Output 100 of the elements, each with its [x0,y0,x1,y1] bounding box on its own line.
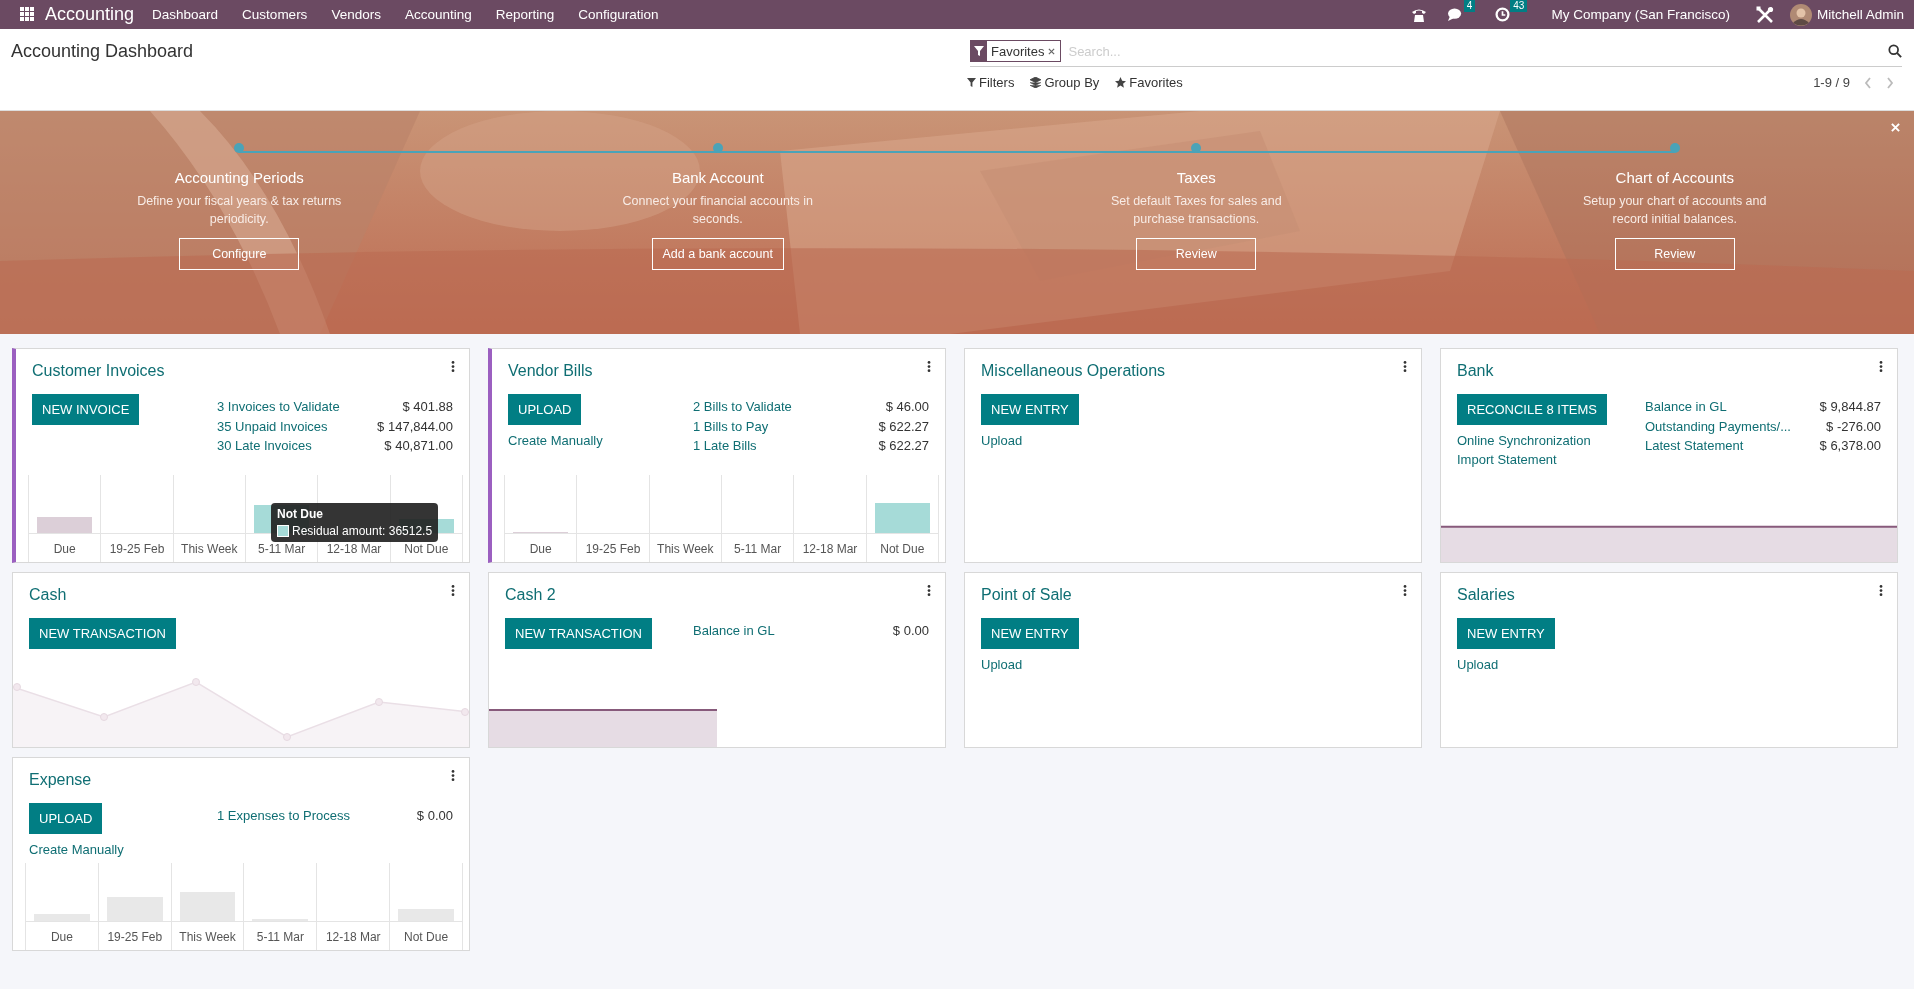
stat-link[interactable]: 1 Late Bills [693,436,757,456]
menu-item[interactable]: Dashboard [152,7,219,22]
action-link[interactable]: Upload [981,431,1023,450]
step-button[interactable]: Add a bank account [651,238,784,270]
stat-value: $ 147,844.00 [377,417,453,436]
stat-value: $ 401.88 [402,398,453,416]
stat-link[interactable]: 30 Late Invoices [217,436,312,456]
data-point [461,708,469,716]
menu-item[interactable]: Configuration [578,7,659,22]
primary-button[interactable]: NEW TRANSACTION [29,618,176,649]
stat-link[interactable]: 35 Unpaid Invoices [217,416,328,436]
axis-label: 5-11 Mar [257,541,307,558]
tools-icon[interactable] [1755,5,1774,24]
action-link[interactable]: Create Manually [29,840,124,859]
action-link[interactable]: Import Statement [1457,450,1557,469]
primary-button[interactable]: NEW ENTRY [981,394,1079,425]
user-name[interactable]: Mitchell Admin [1816,7,1904,22]
pager-value: 1-9 / 9 [1813,75,1850,90]
journal-title[interactable]: Bank [1457,362,1494,380]
step-button[interactable]: Review [1614,238,1735,270]
stat-value: $ -276.00 [1826,417,1881,436]
stat-link[interactable]: Outstanding Payments/... [1645,416,1791,436]
close-button[interactable] [1889,121,1902,134]
kebab-menu-icon[interactable] [1403,361,1407,372]
journal-title[interactable]: Salaries [1457,586,1515,604]
axis-label: Not Due [403,929,450,946]
step-button[interactable]: Configure [179,238,300,270]
data-point [192,678,200,686]
favorites-facet[interactable]: Favorites [970,40,1062,62]
axis-label: 19-25 Feb [584,541,642,558]
stat-value: $ 622.27 [878,437,929,455]
action-link[interactable]: Online Synchronization [1457,431,1591,450]
kebab-menu-icon[interactable] [451,361,455,372]
action-link[interactable]: Create Manually [508,431,603,450]
app-name[interactable]: Accounting [45,4,135,25]
apps-menu-icon[interactable] [20,7,35,22]
stat-link[interactable]: Latest Statement [1645,436,1744,456]
search-option-button[interactable]: Group By [1025,73,1105,92]
kebab-menu-icon[interactable] [451,585,455,596]
journal-title[interactable]: Customer Invoices [32,362,165,380]
axis-label: 5-11 Mar [733,541,783,558]
journal-title[interactable]: Cash 2 [505,586,556,604]
layers-icon [1030,77,1042,88]
kebab-menu-icon[interactable] [927,585,931,596]
kebab-menu-icon[interactable] [1403,585,1407,596]
search-option-button[interactable]: Favorites [1110,73,1188,92]
clock-icon[interactable] [1495,7,1511,22]
menu-item[interactable]: Accounting [404,7,472,22]
primary-button[interactable]: UPLOAD [29,803,103,834]
menu-item[interactable]: Reporting [495,7,555,22]
stat-link[interactable]: Balance in GL [1645,397,1727,417]
action-link[interactable]: Upload [1457,655,1499,674]
step-dot-icon [234,143,245,153]
kebab-menu-icon[interactable] [1879,585,1883,596]
step-button[interactable]: Review [1136,238,1257,270]
journal-title[interactable]: Point of Sale [981,586,1072,604]
step-dot-icon [1191,143,1202,153]
kebab-menu-icon[interactable] [451,770,455,781]
kebab-menu-icon[interactable] [1879,361,1883,372]
chart-bar [37,516,93,533]
filter-icon [974,46,984,56]
primary-button[interactable]: UPLOAD [508,394,582,425]
avatar-icon[interactable] [1789,3,1812,26]
search-option-button[interactable]: Filters [962,73,1020,92]
menu-item[interactable]: Vendors [331,7,381,22]
search-icon[interactable] [1888,44,1902,58]
close-icon[interactable] [1048,47,1056,55]
chat-icon[interactable] [1446,7,1464,22]
primary-button[interactable]: NEW ENTRY [981,618,1079,649]
company-switcher[interactable]: My Company (San Francisco) [1551,7,1730,22]
step-title: Accounting Periods [174,169,304,186]
stat-link[interactable]: 1 Bills to Pay [693,416,769,436]
stat-value: $ 46.00 [885,398,929,416]
facet-label: Favorites [991,43,1045,59]
chart-bar [874,502,930,533]
kebab-menu-icon[interactable] [927,361,931,372]
primary-button[interactable]: NEW TRANSACTION [505,618,652,649]
journal-title[interactable]: Expense [29,771,92,789]
step-title: Chart of Accounts [1615,169,1734,186]
journal-title[interactable]: Cash [29,586,67,604]
step-title: Taxes [1176,169,1216,186]
axis-label: 12-18 Mar [324,929,382,946]
step-description: Connect your financial accounts in seconds. [621,193,814,228]
menu-item[interactable]: Customers [242,7,308,22]
primary-button[interactable]: RECONCILE 8 ITEMS [1457,394,1608,425]
action-link[interactable]: Upload [981,655,1023,674]
stat-link[interactable]: Balance in GL [693,621,775,641]
journal-title[interactable]: Miscellaneous Operations [981,362,1166,380]
data-point [100,713,108,721]
primary-button[interactable]: NEW ENTRY [1457,618,1555,649]
stat-link[interactable]: 3 Invoices to Validate [217,397,340,417]
message-count-badge: 4 [1463,0,1476,12]
step-title: Bank Account [671,169,764,186]
axis-label: This Week [178,929,237,946]
journal-title[interactable]: Vendor Bills [508,362,593,380]
stat-link[interactable]: 1 Expenses to Process [217,806,350,826]
step-dot-icon [1669,143,1680,153]
stat-link[interactable]: 2 Bills to Validate [693,397,792,417]
primary-button[interactable]: NEW INVOICE [32,394,140,425]
data-point [13,683,21,691]
